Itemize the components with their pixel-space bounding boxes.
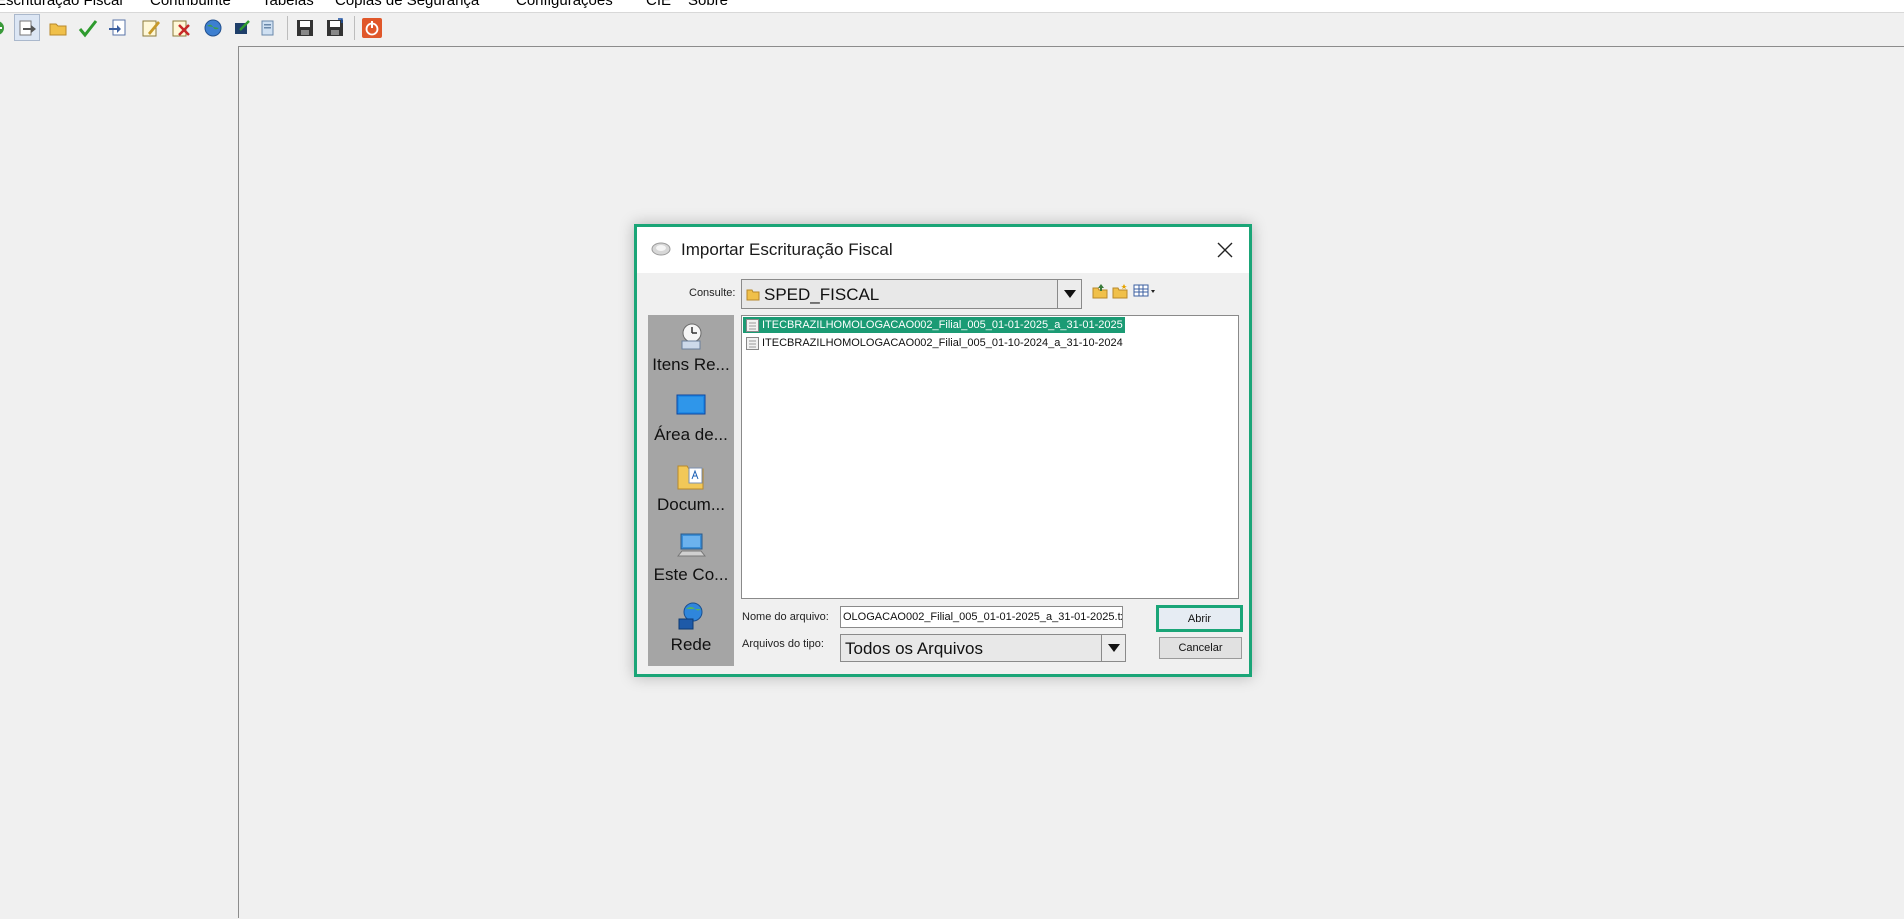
places-bar: Itens Re... Área de... Docum... Este Co.… (648, 315, 734, 666)
menu-sobre[interactable]: Sobre (688, 0, 728, 9)
place-label: Área de... (654, 425, 728, 444)
import-icon[interactable] (14, 14, 40, 41)
place-documents[interactable]: Docum... (648, 455, 734, 525)
file-icon (746, 336, 759, 350)
menu-copias-de-seguranca[interactable]: Cópias de Segurança (335, 0, 479, 9)
documents-icon (676, 461, 706, 491)
place-label: Docum... (656, 495, 726, 514)
left-panel (0, 46, 238, 918)
dialog-app-icon (651, 241, 671, 262)
list-item[interactable]: ITECBRAZILHOMOLOGACAO002_Filial_005_01-0… (743, 317, 1125, 333)
file-icon (746, 318, 759, 332)
look-in-value: SPED_FISCAL (764, 285, 880, 304)
list-item[interactable]: ITECBRAZILHOMOLOGACAO002_Filial_005_01-1… (743, 335, 1125, 351)
filename-label: Nome do arquivo: (742, 611, 829, 623)
dialog-title: Importar Escrituração Fiscal (681, 240, 893, 259)
toolbar-separator (287, 16, 288, 40)
globe-icon[interactable] (200, 14, 226, 41)
file-list[interactable]: ITECBRAZILHOMOLOGACAO002_Filial_005_01-0… (741, 315, 1239, 599)
folder-icon (746, 287, 760, 306)
menu-bar: Escrituração Fiscal Contribuinte Tabelas… (0, 0, 1904, 13)
file-name: ITECBRAZILHOMOLOGACAO002_Filial_005_01-0… (762, 319, 1123, 331)
look-in-combo[interactable]: SPED_FISCAL (741, 279, 1082, 309)
toolbar-separator (354, 16, 355, 40)
save-icon[interactable] (292, 14, 318, 41)
look-in-label: Consulte: (689, 287, 736, 299)
close-icon (1217, 242, 1233, 258)
menu-cie[interactable]: CIE (646, 0, 671, 9)
filetype-value: Todos os Arquivos (845, 639, 983, 658)
place-this-computer[interactable]: Este Co... (648, 525, 734, 595)
up-folder-icon[interactable] (1092, 283, 1108, 304)
print-icon[interactable] (255, 14, 281, 41)
network-icon (676, 601, 706, 631)
view-menu-icon[interactable] (1133, 283, 1157, 304)
import-dialog: Importar Escrituração Fiscal Consulte: S… (634, 224, 1252, 677)
validate-check-icon[interactable] (75, 14, 101, 41)
restore-icon[interactable] (322, 14, 348, 41)
close-button[interactable] (1207, 233, 1243, 267)
place-label: Rede (670, 635, 712, 654)
transmit-icon[interactable] (229, 14, 255, 41)
place-label: Este Co... (653, 565, 729, 584)
export-icon[interactable] (105, 14, 131, 41)
new-folder-icon[interactable] (1112, 283, 1128, 304)
dialog-titlebar[interactable]: Importar Escrituração Fiscal (637, 227, 1249, 273)
cancel-button[interactable]: Cancelar (1159, 637, 1242, 659)
menu-tabelas[interactable]: Tabelas (262, 0, 314, 9)
new-icon[interactable] (0, 14, 10, 41)
place-network[interactable]: Rede (648, 595, 734, 665)
toolbar (0, 13, 1904, 45)
file-name: ITECBRAZILHOMOLOGACAO002_Filial_005_01-1… (762, 337, 1123, 349)
place-recent-items[interactable]: Itens Re... (648, 315, 734, 385)
menu-escrituracao-fiscal[interactable]: Escrituração Fiscal (0, 0, 123, 9)
power-exit-icon[interactable] (359, 14, 385, 41)
filename-input[interactable]: OLOGACAO002_Filial_005_01-01-2025_a_31-0… (840, 606, 1123, 628)
filetype-label: Arquivos do tipo: (742, 638, 824, 650)
recent-items-icon (676, 321, 706, 351)
filetype-combo[interactable]: Todos os Arquivos (840, 634, 1126, 662)
open-folder-icon[interactable] (45, 14, 71, 41)
chevron-down-icon[interactable] (1101, 635, 1125, 661)
menu-configuracoes[interactable]: Configurações (516, 0, 613, 9)
menu-contribuinte[interactable]: Contribuinte (150, 0, 231, 9)
chevron-down-icon[interactable] (1057, 280, 1081, 308)
place-label: Itens Re... (652, 355, 730, 374)
desktop-icon (676, 391, 706, 421)
sign-icon[interactable] (138, 14, 164, 41)
place-desktop[interactable]: Área de... (648, 385, 734, 455)
remove-icon[interactable] (168, 14, 194, 41)
this-computer-icon (676, 531, 707, 561)
open-button[interactable]: Abrir (1156, 605, 1243, 632)
